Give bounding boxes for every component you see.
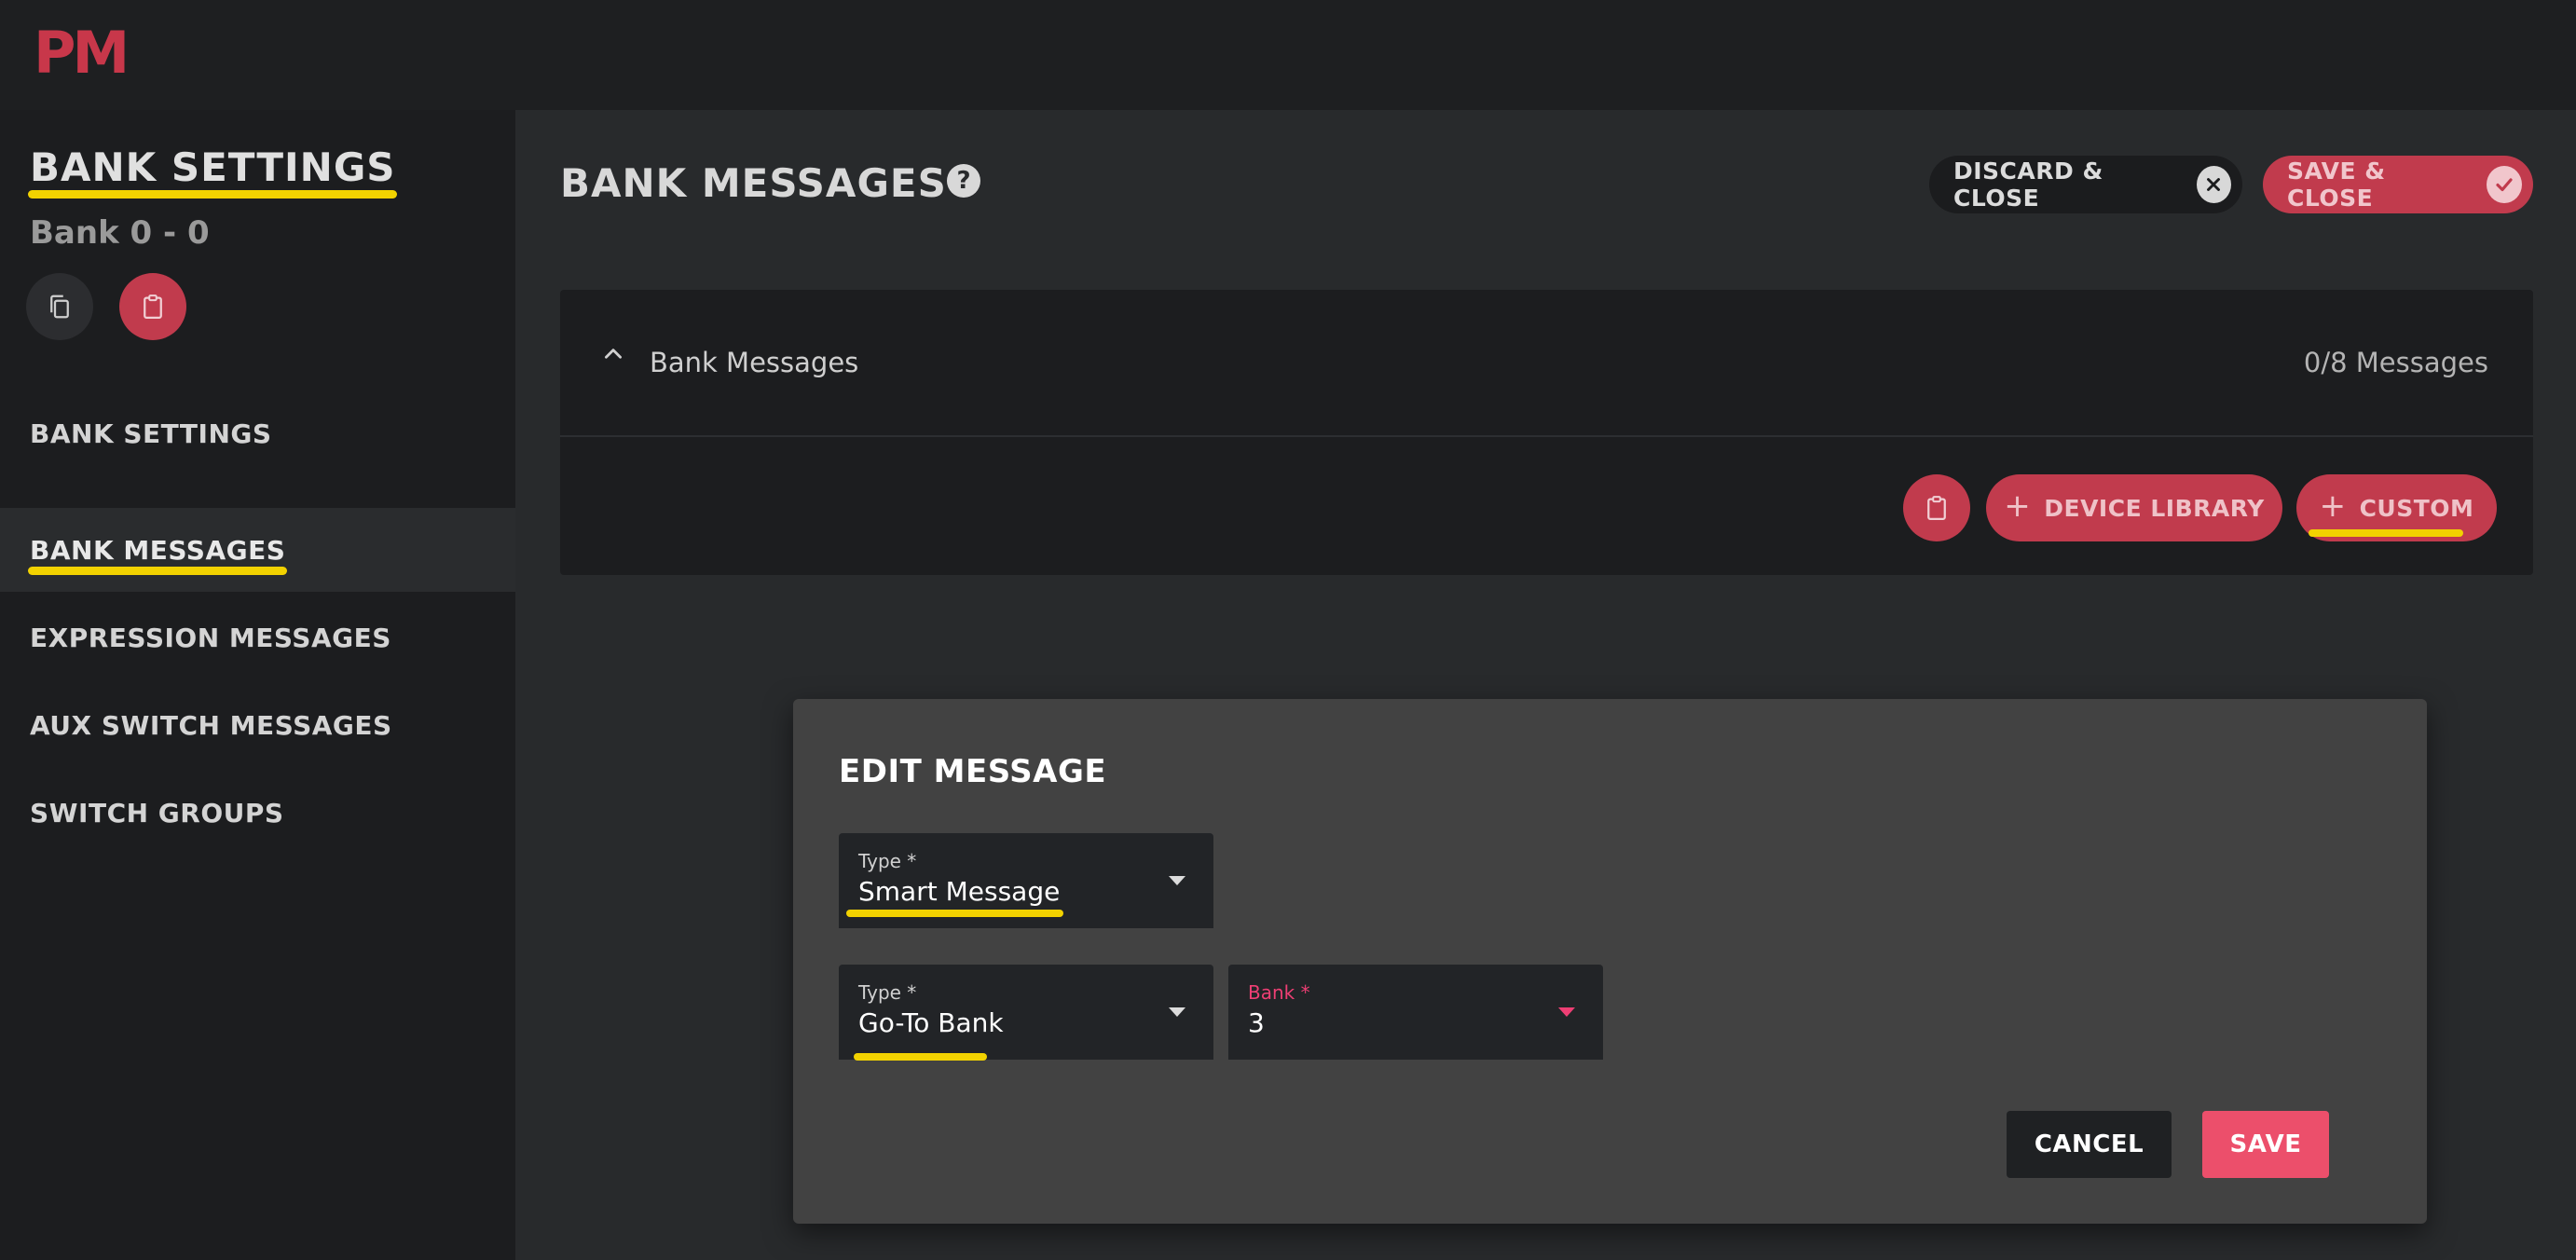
clipboard-icon [144,294,162,319]
discard-close-button[interactable]: DISCARD & CLOSE [1929,156,2242,213]
smart-type-select[interactable]: Type * Go-To Bank [839,965,1213,1060]
panel-header[interactable]: Bank Messages 0/8 Messages [560,290,2533,437]
custom-label: CUSTOM [2359,494,2474,522]
clipboard-icon [1927,496,1946,520]
save-button[interactable]: SAVE [2202,1111,2329,1178]
type-highlight [846,910,1063,917]
save-close-label: SAVE & CLOSE [2287,158,2386,212]
nav-label: EXPRESSION MESSAGES [30,622,391,653]
page-title: BANK MESSAGES [560,160,947,206]
nav-bank-messages[interactable]: BANK MESSAGES [0,508,515,592]
top-bar: PM [0,0,2576,110]
nav-expression-messages[interactable]: EXPRESSION MESSAGES [0,596,515,679]
nav-label: AUX SWITCH MESSAGES [30,709,392,741]
panel-title: Bank Messages [650,347,859,378]
device-library-button[interactable]: + DEVICE LIBRARY [1986,474,2282,541]
field-label: Bank * [1248,981,1310,1004]
nav-switch-groups[interactable]: SWITCH GROUPS [0,771,515,855]
nav-label: BANK SETTINGS [30,418,272,449]
field-value: Go-To Bank [858,1007,1004,1038]
field-value: 3 [1248,1007,1265,1038]
help-icon[interactable]: ? [947,164,980,198]
dropdown-arrow-icon [1169,1007,1185,1017]
dropdown-arrow-icon [1558,1007,1575,1017]
plus-icon: + [2004,487,2032,525]
title-highlight [28,190,397,199]
save-close-button[interactable]: SAVE & CLOSE [2263,156,2533,213]
field-label: Type * [858,850,917,872]
dialog-title: EDIT MESSAGE [839,753,1107,790]
app-logo[interactable]: PM [34,19,130,87]
message-count: 0/8 Messages [2303,347,2488,378]
custom-highlight [2309,529,2463,537]
sidebar: BANK SETTINGS Bank 0 - 0 BANK SETTINGS B… [0,110,515,1260]
paste-button[interactable] [119,273,186,340]
bank-select[interactable]: Bank * 3 [1228,965,1603,1060]
edit-message-dialog: EDIT MESSAGE Type * Smart Message Type *… [793,699,2427,1224]
nav-highlight [28,567,287,575]
nav-label: SWITCH GROUPS [30,797,284,829]
nav-label: BANK MESSAGES [30,534,286,566]
dropdown-arrow-icon [1169,876,1185,885]
sidebar-title: BANK SETTINGS [30,144,396,190]
bank-subtitle: Bank 0 - 0 [30,214,210,252]
copy-button[interactable] [26,273,93,340]
cancel-button[interactable]: CANCEL [2007,1111,2172,1178]
chevron-up-icon[interactable] [601,342,625,373]
subtype-highlight [854,1053,987,1061]
check-icon [2487,166,2522,203]
discard-label: DISCARD & CLOSE [1953,158,2103,212]
close-icon [2196,166,2231,203]
bank-messages-panel: Bank Messages 0/8 Messages + DEVICE LIBR… [560,290,2533,575]
paste-message-button[interactable] [1903,474,1970,541]
nav-aux-switch-messages[interactable]: AUX SWITCH MESSAGES [0,683,515,767]
nav-bank-settings[interactable]: BANK SETTINGS [0,391,515,475]
copy-icon [50,294,69,319]
device-library-label: DEVICE LIBRARY [2044,494,2265,522]
plus-icon: + [2319,487,2347,525]
field-label: Type * [858,981,917,1004]
field-value: Smart Message [858,876,1061,907]
